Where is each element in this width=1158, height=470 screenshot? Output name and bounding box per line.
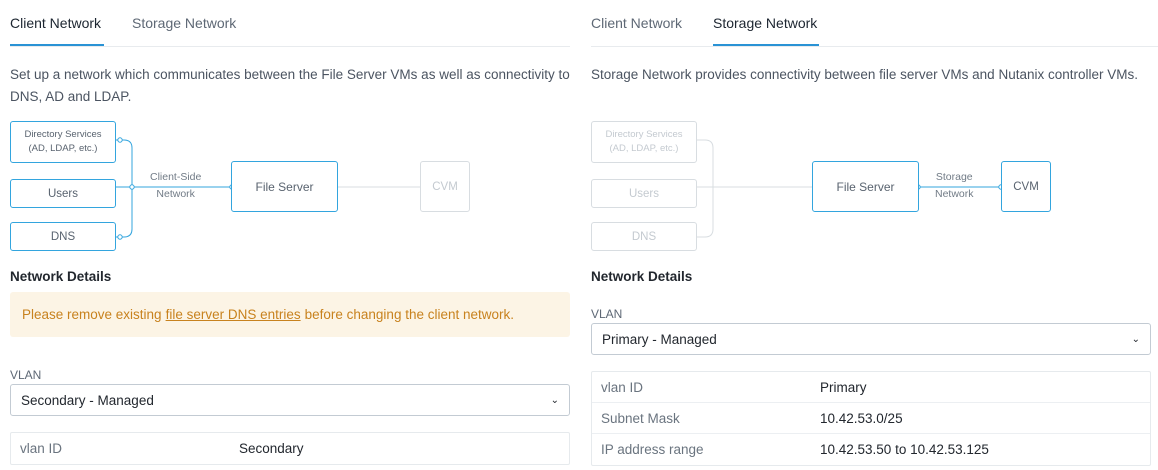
row-value: 10.42.53.0/25: [820, 410, 903, 426]
cvm-label: CVM: [432, 180, 458, 193]
row-key: vlan ID: [20, 441, 63, 456]
chevron-down-icon: ⌄: [550, 394, 559, 406]
table-row: vlan ID Secondary: [11, 433, 569, 464]
network-details-table: vlan ID Primary Subnet Mask 10.42.53.0/2…: [591, 371, 1151, 466]
tab-client-network[interactable]: Client Network: [591, 15, 682, 31]
storage-network-diagram: Directory Services (AD, LDAP, etc.) Users…: [591, 118, 1151, 258]
dns-label: DNS: [50, 230, 76, 243]
row-key: vlan ID: [601, 379, 644, 395]
vlan-label: VLAN: [591, 307, 623, 321]
row-value: 10.42.53.50 to 10.42.53.125: [820, 442, 989, 457]
vlan-selected-value: Secondary - Managed: [21, 392, 154, 408]
storage-network-label: Storage Network: [935, 169, 974, 203]
row-value: Primary: [820, 379, 867, 395]
dns-node: DNS: [591, 222, 697, 251]
directory-services-sublabel: (AD, LDAP, etc.): [28, 143, 98, 154]
row-value: Secondary: [239, 441, 304, 456]
active-tab-indicator: [713, 44, 819, 46]
warning-text-suffix: before changing the client network.: [304, 307, 515, 322]
table-row: IP address range 10.42.53.50 to 10.42.53…: [592, 434, 1150, 465]
users-label: Users: [47, 187, 79, 200]
file-server-label: File Server: [836, 179, 895, 194]
tab-bar: Client Network Storage Network: [10, 0, 570, 47]
tab-storage-network[interactable]: Storage Network: [713, 15, 817, 31]
table-row: vlan ID Primary: [592, 372, 1150, 403]
directory-services-sublabel: (AD, LDAP, etc.): [609, 143, 679, 154]
file-server-node: File Server: [231, 161, 338, 212]
network-description: Storage Network provides connectivity be…: [591, 67, 1138, 82]
tab-client-network[interactable]: Client Network: [10, 15, 101, 31]
cvm-label: CVM: [1013, 180, 1039, 193]
network-description: Set up a network which communicates betw…: [10, 67, 570, 104]
cvm-node: CVM: [1001, 161, 1051, 212]
table-row: Subnet Mask 10.42.53.0/25: [592, 403, 1150, 434]
row-key: Subnet Mask: [601, 410, 680, 426]
file-server-label: File Server: [255, 179, 314, 194]
users-label: Users: [628, 187, 660, 200]
network-label-line2: Network: [935, 188, 974, 200]
directory-services-label: Directory Services: [605, 129, 683, 140]
storage-network-panel: Client Network Storage Network Storage N…: [591, 0, 1158, 470]
client-network-diagram: Directory Services (AD, LDAP, etc.) Users…: [10, 118, 570, 258]
file-server-node: File Server: [812, 161, 919, 212]
client-network-panel: Client Network Storage Network Set up a …: [10, 0, 570, 470]
directory-services-node: Directory Services (AD, LDAP, etc.): [591, 121, 697, 163]
vlan-label: VLAN: [10, 368, 42, 382]
network-details-title: Network Details: [10, 269, 112, 284]
vlan-selected-value: Primary - Managed: [602, 331, 717, 347]
dns-label: DNS: [631, 230, 657, 243]
network-details-table: vlan ID Secondary: [10, 432, 570, 465]
warning-text-prefix: Please remove existing: [22, 307, 162, 322]
vlan-select[interactable]: Secondary - Managed ⌄: [10, 384, 570, 416]
file-server-dns-entries-link[interactable]: file server DNS entries: [166, 307, 301, 322]
chevron-down-icon: ⌄: [1131, 333, 1140, 345]
users-node: Users: [10, 179, 116, 208]
active-tab-indicator: [10, 44, 104, 46]
network-label-line1: Storage: [935, 171, 973, 183]
row-key: IP address range: [601, 442, 704, 457]
vlan-select[interactable]: Primary - Managed ⌄: [591, 323, 1151, 355]
directory-services-label: Directory Services: [24, 129, 102, 140]
network-label-line1: Client-Side: [150, 171, 202, 183]
dns-warning-banner: Please remove existing file server DNS e…: [10, 292, 570, 337]
client-side-network-label: Client-Side Network: [150, 169, 201, 203]
network-label-line2: Network: [156, 188, 195, 200]
network-details-title: Network Details: [591, 269, 693, 284]
directory-services-node: Directory Services (AD, LDAP, etc.): [10, 121, 116, 163]
users-node: Users: [591, 179, 697, 208]
cvm-node: CVM: [420, 161, 470, 212]
tab-bar: Client Network Storage Network: [591, 0, 1158, 47]
tab-storage-network[interactable]: Storage Network: [132, 15, 236, 31]
dns-node: DNS: [10, 222, 116, 251]
